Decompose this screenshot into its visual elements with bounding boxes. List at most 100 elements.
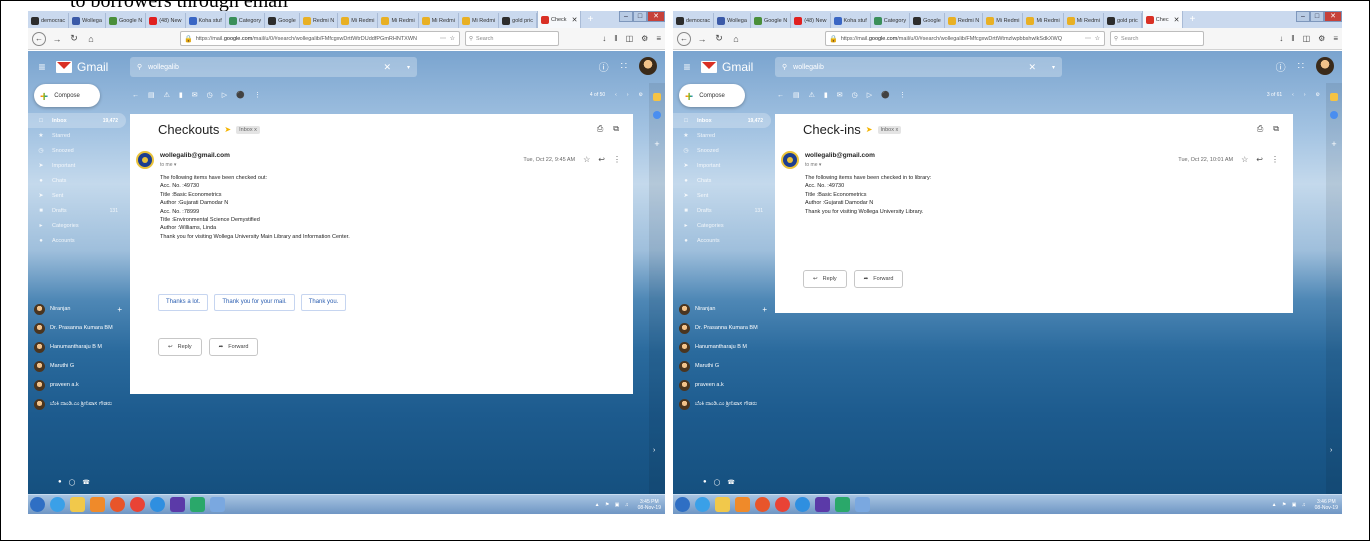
gmail-logo[interactable]: Gmail	[56, 60, 108, 74]
more-options-icon[interactable]: ⋮	[613, 155, 621, 164]
main-menu-icon[interactable]: ≡	[673, 60, 701, 74]
recipient-details[interactable]: to me ▾	[160, 162, 176, 168]
browser-tab[interactable]: Mi Redmi	[983, 13, 1024, 28]
apps-grid-icon[interactable]: ∷	[1298, 61, 1304, 72]
sender-email[interactable]: wollegalib@gmail.com	[160, 152, 230, 159]
hangouts-contact[interactable]: Maruthi G	[673, 358, 783, 374]
hangouts-contact[interactable]: Hanumantharaju B M	[28, 339, 138, 355]
reply-button[interactable]: ↩ Reply	[158, 338, 202, 356]
account-avatar[interactable]	[1316, 57, 1334, 75]
media-icon[interactable]	[735, 497, 750, 512]
move-to-icon[interactable]: ▷	[222, 91, 227, 99]
phone-icon[interactable]: ☎	[727, 479, 734, 486]
library-icon[interactable]: ‖	[1291, 34, 1294, 43]
hangouts-contact[interactable]: Niranjan +	[673, 301, 783, 317]
sidebar-item-starred[interactable]: ★ Starred	[673, 128, 771, 143]
extension-icon[interactable]: ⚙	[1318, 34, 1325, 43]
account-avatar[interactable]	[639, 57, 657, 75]
expand-panel-icon[interactable]: ›	[1330, 447, 1332, 454]
browser-tab[interactable]: Google	[265, 13, 300, 28]
sidebar-item-chats[interactable]: ● Chats	[28, 173, 126, 188]
sender-email[interactable]: wollegalib@gmail.com	[805, 152, 875, 159]
maximize-icon[interactable]: □	[633, 11, 647, 22]
back-to-search-icon[interactable]: ←	[777, 92, 784, 99]
notepad-icon[interactable]	[855, 497, 870, 512]
clear-search-icon[interactable]: ✕	[383, 62, 391, 73]
smart-reply-button[interactable]: Thank you.	[300, 294, 347, 311]
browser-tab[interactable]: Mi Redmi	[459, 13, 500, 28]
move-to-icon[interactable]: ▷	[867, 91, 872, 99]
hangouts-contact[interactable]: ಬೆಂಕಿ ದಾಂಡಿ.ಎಂ ಶ್ರೀನಿವಾಸ ಗೌಡರು	[673, 396, 783, 412]
new-chat-icon[interactable]: +	[762, 305, 767, 314]
sidebar-item-accounts[interactable]: ● Accounts	[673, 233, 771, 248]
browser-tab[interactable]: Google N	[106, 13, 147, 28]
sidebar-item-categories[interactable]: ▸ Categories	[673, 218, 771, 233]
search-options-icon[interactable]: ▾	[407, 64, 410, 71]
person-icon[interactable]: ●	[58, 479, 62, 486]
newer-icon[interactable]: ‹	[615, 92, 617, 98]
important-marker-icon[interactable]: ➤	[866, 125, 873, 134]
older-icon[interactable]: ›	[1304, 92, 1306, 98]
sidebar-item-chats[interactable]: ● Chats	[673, 173, 771, 188]
home-icon[interactable]: ⌂	[730, 34, 742, 44]
close-window-icon[interactable]: ✕	[647, 11, 665, 22]
report-spam-icon[interactable]: ⚠	[164, 91, 170, 99]
explorer-icon[interactable]	[70, 497, 85, 512]
browser-tab[interactable]: Koha stuf	[186, 13, 226, 28]
browser-tab[interactable]: (48) New	[146, 13, 186, 28]
media-icon[interactable]	[90, 497, 105, 512]
star-icon[interactable]: ☆	[1241, 155, 1248, 164]
close-window-icon[interactable]: ✕	[1324, 11, 1342, 22]
search-options-icon[interactable]: ▾	[1052, 64, 1055, 71]
sidebar-item-categories[interactable]: ▸ Categories	[28, 218, 126, 233]
mark-unread-icon[interactable]: ✉	[192, 91, 198, 99]
opera-icon[interactable]	[150, 497, 165, 512]
reply-button[interactable]: ↩ Reply	[803, 270, 847, 288]
smart-reply-button[interactable]: Thank you for your mail.	[214, 294, 295, 311]
sidebar-item-snoozed[interactable]: ◷ Snoozed	[28, 143, 126, 158]
chrome-icon[interactable]	[775, 497, 790, 512]
sidebar-item-inbox[interactable]: □ Inbox 19,472	[28, 113, 126, 128]
sidebar-item-starred[interactable]: ★ Starred	[28, 128, 126, 143]
smart-reply-button[interactable]: Thanks a lot.	[158, 294, 209, 311]
inbox-label-chip[interactable]: Inbox x	[236, 125, 260, 134]
sidebar-icon[interactable]: ◫	[1303, 34, 1311, 43]
hangouts-contact[interactable]: ಬೆಂಕಿ ದಾಂಡಿ.ಎಂ ಶ್ರೀನಿವಾಸ ಗೌಡರು	[28, 396, 138, 412]
page-actions-icon[interactable]: ⋯ ☆	[440, 35, 456, 42]
sidebar-item-important[interactable]: ➤ Important	[28, 158, 126, 173]
clock[interactable]: 3:46 PM 08-Nov-19	[1315, 499, 1338, 511]
sidebar-item-important[interactable]: ➤ Important	[673, 158, 771, 173]
app-icon[interactable]	[835, 497, 850, 512]
browser-tab[interactable]: Category	[226, 13, 266, 28]
forward-button[interactable]: ➦ Forward	[208, 338, 259, 356]
more-icon[interactable]: ⋮	[899, 91, 906, 99]
snooze-icon[interactable]: ◷	[207, 91, 213, 99]
mail-search-input[interactable]: ⚲ wollegalib ✕ ▾	[775, 57, 1062, 77]
home-icon[interactable]: ⌂	[85, 34, 97, 44]
reply-icon[interactable]: ↩	[598, 155, 605, 164]
inbox-label-chip[interactable]: Inbox x	[877, 125, 902, 134]
archive-icon[interactable]: ▤	[793, 91, 800, 99]
hangouts-contact[interactable]: Hanumantharaju B M	[673, 339, 783, 355]
sidebar-icon[interactable]: ◫	[626, 34, 634, 43]
browser-tab[interactable]: Google N	[751, 13, 792, 28]
start-orb-icon[interactable]	[675, 497, 690, 512]
sidebar-item-sent[interactable]: ➤ Sent	[673, 188, 771, 203]
newer-icon[interactable]: ‹	[1292, 92, 1294, 98]
new-tab-button[interactable]: +	[581, 12, 599, 27]
browser-tab[interactable]: Mi Redmi	[338, 13, 379, 28]
firefox-icon[interactable]	[110, 497, 125, 512]
explorer-icon[interactable]	[715, 497, 730, 512]
page-actions-icon[interactable]: ⋯ ☆	[1085, 35, 1101, 42]
browser-tab[interactable]: Mi Redmi	[378, 13, 419, 28]
hangouts-contact[interactable]: Dr. Prasanna Kumara BM	[28, 320, 138, 336]
opera-icon[interactable]	[795, 497, 810, 512]
compose-button[interactable]: + Compose	[679, 84, 745, 107]
browser-tab[interactable]: Mi Redmi	[1023, 13, 1064, 28]
close-tab-icon[interactable]: ✕	[1174, 16, 1180, 24]
hangouts-contact[interactable]: Dr. Prasanna Kumara BM	[673, 320, 783, 336]
more-icon[interactable]: ⋮	[254, 91, 261, 99]
browser-tab[interactable]: Wollega	[69, 13, 106, 28]
browser-tab[interactable]: democrac	[28, 13, 70, 28]
browser-tab[interactable]: Mi Redmi	[1064, 13, 1104, 28]
